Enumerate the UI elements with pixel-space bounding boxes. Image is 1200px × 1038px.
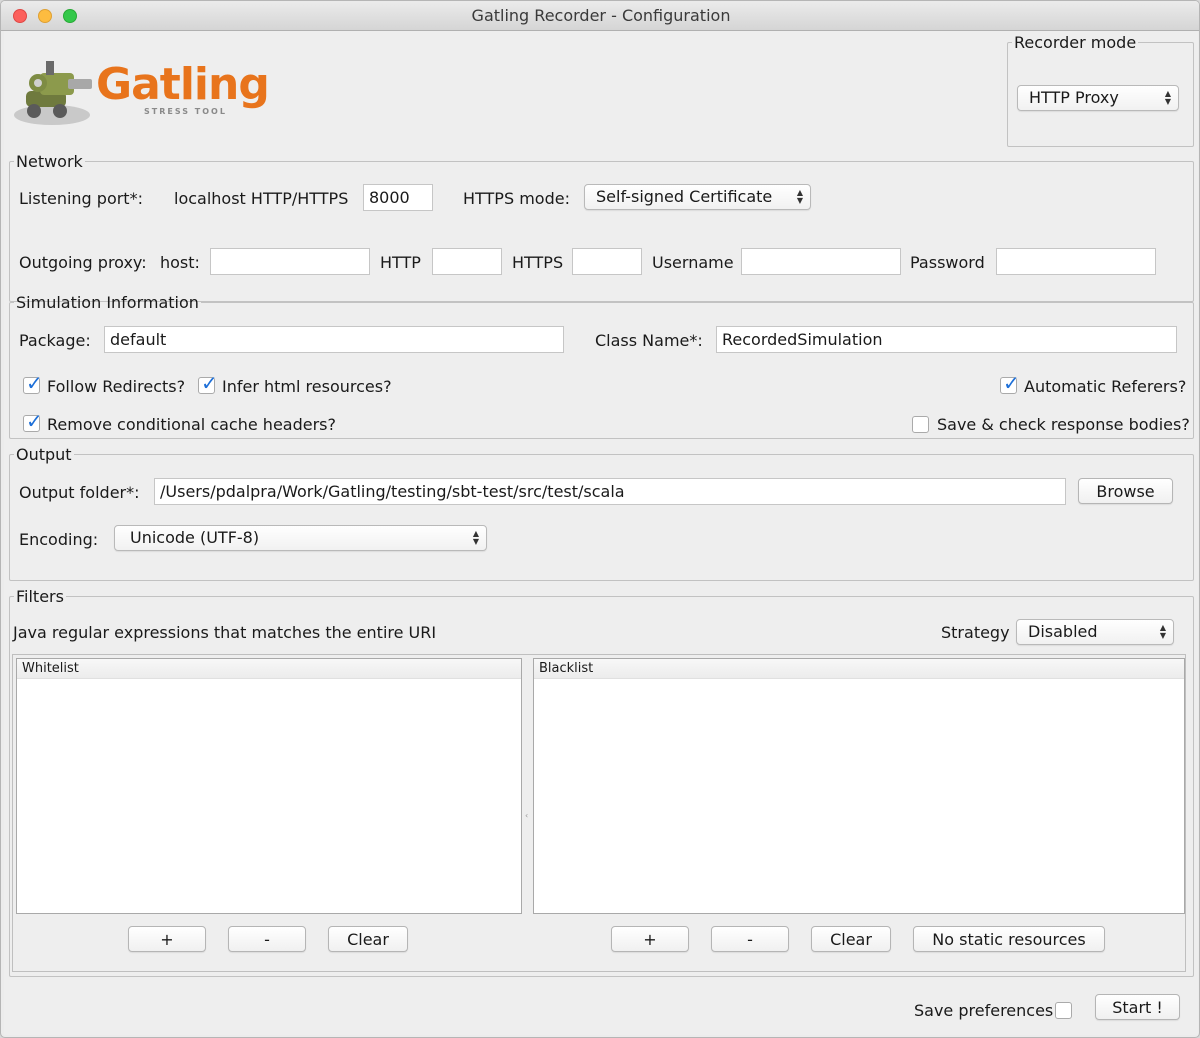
package-label: Package:	[19, 331, 91, 350]
network-panel: Network	[9, 152, 1194, 302]
encoding-select[interactable]: Unicode (UTF-8) ▲ ▼	[114, 525, 487, 551]
proxy-username-label: Username	[652, 253, 734, 272]
proxy-username-input[interactable]	[741, 248, 901, 275]
class-name-label: Class Name*:	[595, 331, 703, 350]
blacklist-header: Blacklist	[534, 659, 1184, 679]
app-window: Gatling Recorder - Configuration Gatling…	[0, 0, 1200, 1038]
recorder-mode-select[interactable]: HTTP Proxy ▲ ▼	[1017, 85, 1179, 111]
proxy-password-input[interactable]	[996, 248, 1156, 275]
start-button[interactable]: Start !	[1095, 994, 1180, 1020]
split-divider-handle[interactable]: ‹	[525, 811, 528, 820]
output-legend: Output	[16, 445, 72, 464]
remove-cache-headers-label: Remove conditional cache headers?	[47, 415, 336, 434]
follow-redirects-checkbox[interactable]: ✓	[23, 371, 43, 395]
follow-redirects-label: Follow Redirects?	[47, 377, 186, 396]
proxy-host-input[interactable]	[210, 248, 370, 275]
no-static-resources-button[interactable]: No static resources	[913, 926, 1105, 952]
strategy-value: Disabled	[1028, 622, 1098, 641]
whitelist-remove-button[interactable]: -	[228, 926, 306, 952]
whitelist-add-button[interactable]: +	[128, 926, 206, 952]
title-bar: Gatling Recorder - Configuration	[1, 1, 1199, 31]
proxy-host-label: host:	[160, 253, 200, 272]
class-name-input[interactable]	[716, 326, 1177, 353]
output-folder-input[interactable]	[154, 478, 1066, 505]
proxy-https-label: HTTPS	[512, 253, 564, 272]
select-arrows-icon: ▲ ▼	[1164, 89, 1171, 106]
recorder-mode-legend: Recorder mode	[1014, 33, 1137, 52]
strategy-select[interactable]: Disabled ▲ ▼	[1016, 619, 1174, 645]
gatling-gun-icon	[14, 61, 92, 125]
localhost-label: localhost HTTP/HTTPS	[174, 189, 349, 208]
remove-cache-headers-checkbox[interactable]: ✓	[23, 409, 43, 433]
proxy-password-label: Password	[910, 253, 985, 272]
package-input[interactable]	[104, 326, 564, 353]
checkmark-icon: ✓	[26, 371, 43, 395]
select-arrows-icon: ▲ ▼	[472, 529, 479, 546]
infer-html-checkbox[interactable]: ✓	[198, 371, 218, 395]
whitelist-clear-button[interactable]: Clear	[328, 926, 408, 952]
proxy-http-label: HTTP	[380, 253, 421, 272]
whitelist-table[interactable]: Whitelist	[16, 658, 522, 914]
window-title: Gatling Recorder - Configuration	[471, 6, 731, 25]
output-panel: Output	[9, 445, 1194, 581]
whitelist-header: Whitelist	[17, 659, 521, 679]
https-mode-value: Self-signed Certificate	[596, 187, 773, 206]
infer-html-label: Infer html resources?	[222, 377, 392, 396]
network-legend: Network	[16, 152, 83, 171]
https-mode-select[interactable]: Self-signed Certificate ▲ ▼	[584, 184, 811, 210]
blacklist-add-button[interactable]: +	[611, 926, 689, 952]
logo-brand-text: Gatling	[96, 59, 270, 110]
automatic-referers-checkbox[interactable]: ✓	[1000, 371, 1020, 395]
save-preferences-checkbox[interactable]	[1055, 1002, 1072, 1019]
automatic-referers-label: Automatic Referers?	[1024, 377, 1187, 396]
strategy-label: Strategy	[941, 623, 1010, 642]
blacklist-table[interactable]: Blacklist	[533, 658, 1185, 914]
outgoing-proxy-label: Outgoing proxy:	[19, 253, 147, 272]
simulation-legend: Simulation Information	[16, 293, 199, 312]
encoding-label: Encoding:	[19, 530, 99, 549]
gatling-logo: Gatling STRESS TOOL	[12, 53, 282, 133]
checkmark-icon: ✓	[1003, 371, 1020, 395]
select-arrows-icon: ▲ ▼	[1159, 623, 1166, 640]
encoding-value: Unicode (UTF-8)	[130, 528, 260, 547]
listening-port-input[interactable]	[363, 184, 433, 211]
select-arrows-icon: ▲ ▼	[796, 188, 803, 205]
checkmark-icon: ✓	[201, 371, 218, 395]
browse-button[interactable]: Browse	[1078, 478, 1173, 504]
checkmark-icon: ✓	[26, 409, 43, 433]
listening-port-label: Listening port*:	[19, 189, 143, 208]
output-folder-label: Output folder*:	[19, 483, 140, 502]
logo-tagline: STRESS TOOL	[144, 107, 227, 116]
save-bodies-checkbox[interactable]	[912, 416, 929, 433]
blacklist-clear-button[interactable]: Clear	[811, 926, 891, 952]
https-mode-label: HTTPS mode:	[463, 189, 570, 208]
recorder-mode-value: HTTP Proxy	[1029, 88, 1119, 107]
blacklist-remove-button[interactable]: -	[711, 926, 789, 952]
main-content: Gatling STRESS TOOL Recorder mode HTTP P…	[4, 31, 1198, 1035]
save-bodies-label: Save & check response bodies?	[937, 415, 1190, 434]
proxy-http-port-input[interactable]	[432, 248, 502, 275]
save-preferences-label: Save preferences	[914, 1001, 1054, 1020]
proxy-https-port-input[interactable]	[572, 248, 642, 275]
filters-legend: Filters	[16, 587, 64, 606]
filters-description: Java regular expressions that matches th…	[13, 623, 437, 642]
